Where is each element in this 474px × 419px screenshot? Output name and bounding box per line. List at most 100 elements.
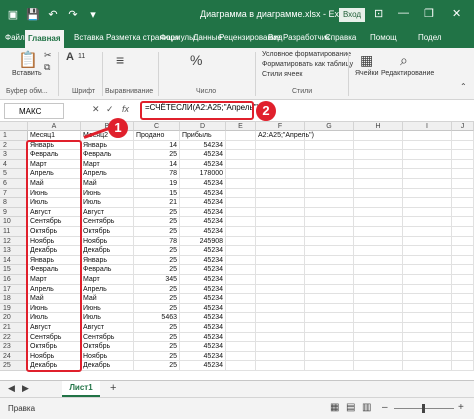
grid-cell[interactable]: Февраль [81,150,134,160]
row-header[interactable]: 5 [0,169,28,179]
grid-cell[interactable] [403,332,452,343]
grid-cell[interactable]: 45234 [180,217,226,227]
row-header[interactable]: 2 [0,140,28,151]
grid-cell[interactable] [354,207,403,218]
grid-cell[interactable]: 25 [134,332,180,343]
grid-cell[interactable] [256,294,305,304]
grid-cell[interactable] [354,159,403,170]
grid-cell[interactable] [226,255,256,266]
paste-button-label[interactable]: Вставить [12,70,42,77]
grid-cell[interactable] [305,188,354,199]
column-header[interactable]: I [403,122,452,131]
grid-cell[interactable] [403,284,452,295]
row-header[interactable]: 18 [0,294,28,304]
grid-cell[interactable] [452,198,474,208]
grid-cell[interactable] [354,303,403,314]
grid-cell[interactable] [305,361,354,371]
grid-cell[interactable] [305,217,354,227]
grid-cell[interactable] [452,342,474,352]
zoom-out-button[interactable]: – [382,402,388,413]
grid-cell[interactable]: Октябрь [81,342,134,352]
column-header[interactable]: F [256,122,305,131]
grid-cell[interactable]: 178000 [180,169,226,179]
grid-cell[interactable] [305,131,354,141]
row-header[interactable]: 16 [0,275,28,285]
grid-cell[interactable] [256,140,305,151]
grid-cell[interactable] [226,179,256,189]
tab-formulas[interactable]: Формулы [160,33,195,42]
grid-cell[interactable]: 45234 [180,255,226,266]
grid-cell[interactable] [226,150,256,160]
cancel-icon[interactable]: ✕ [92,104,100,115]
grid-cell[interactable] [226,169,256,179]
grid-cell[interactable] [256,159,305,170]
grid-cell[interactable] [256,351,305,362]
grid-cell[interactable] [452,150,474,160]
grid-cell[interactable]: 45234 [180,188,226,199]
grid-cell[interactable] [354,323,403,333]
grid-cell[interactable]: Январь [81,255,134,266]
grid-cell[interactable] [226,207,256,218]
name-box[interactable]: МАКС [4,103,64,119]
grid-cell[interactable] [226,351,256,362]
grid-cell[interactable]: 345 [134,275,180,285]
grid-cell[interactable]: Октябрь [81,227,134,237]
ribbon-options-icon[interactable]: ⊡ [374,7,383,20]
grid-cell[interactable] [226,140,256,151]
grid-cell[interactable] [305,150,354,160]
grid-cell[interactable] [403,342,452,352]
grid-cell[interactable] [452,323,474,333]
paste-icon[interactable]: 📋 [18,50,38,70]
copy-icon[interactable]: ⧉ [44,62,50,73]
grid-cell[interactable] [226,361,256,371]
row-header[interactable]: 14 [0,255,28,266]
grid-cell[interactable] [452,255,474,266]
normal-view-icon[interactable]: ▦ [330,402,339,413]
grid-cell[interactable] [452,265,474,275]
grid-cell[interactable]: Ноябрь [81,236,134,247]
row-header[interactable]: 3 [0,150,28,160]
grid-cell[interactable] [305,332,354,343]
grid-cell[interactable] [305,236,354,247]
grid-cell[interactable] [226,217,256,227]
grid-cell[interactable]: Декабрь [81,246,134,256]
grid-cell[interactable]: 25 [134,323,180,333]
grid-cell[interactable] [354,140,403,151]
grid-cell[interactable] [452,188,474,199]
grid-cell[interactable]: 45234 [180,342,226,352]
grid-cell[interactable] [452,131,474,141]
select-all-corner[interactable] [0,122,28,131]
grid-cell[interactable] [305,207,354,218]
grid-cell[interactable]: 45234 [180,284,226,295]
grid-cell[interactable] [226,227,256,237]
row-header[interactable]: 25 [0,361,28,371]
grid-cell[interactable]: 45234 [180,275,226,285]
grid-cell[interactable] [226,332,256,343]
grid-cell[interactable] [226,265,256,275]
grid-cell[interactable] [354,255,403,266]
grid-cell[interactable] [256,265,305,275]
save-icon[interactable]: 💾 [26,8,40,22]
tab-file[interactable]: Файл [5,33,25,42]
grid-cell[interactable]: 25 [134,217,180,227]
grid-cell[interactable]: 78 [134,169,180,179]
row-header[interactable]: 24 [0,351,28,362]
grid-cell[interactable]: 45234 [180,207,226,218]
column-header[interactable]: H [354,122,403,131]
grid-cell[interactable] [354,351,403,362]
grid-cell[interactable] [305,275,354,285]
grid-cell[interactable]: Продано [134,131,180,141]
restore-button[interactable]: ❐ [424,7,434,20]
grid-cell[interactable] [256,236,305,247]
grid-cell[interactable] [354,332,403,343]
grid-cell[interactable]: Февраль [81,265,134,275]
row-header[interactable]: 23 [0,342,28,352]
row-header[interactable]: 11 [0,227,28,237]
grid-cell[interactable] [305,303,354,314]
grid-cell[interactable]: 45234 [180,179,226,189]
grid-cell[interactable] [354,236,403,247]
grid-cell[interactable] [452,217,474,227]
column-header[interactable]: G [305,122,354,131]
grid-cell[interactable]: 25 [134,150,180,160]
grid-cell[interactable] [305,246,354,256]
